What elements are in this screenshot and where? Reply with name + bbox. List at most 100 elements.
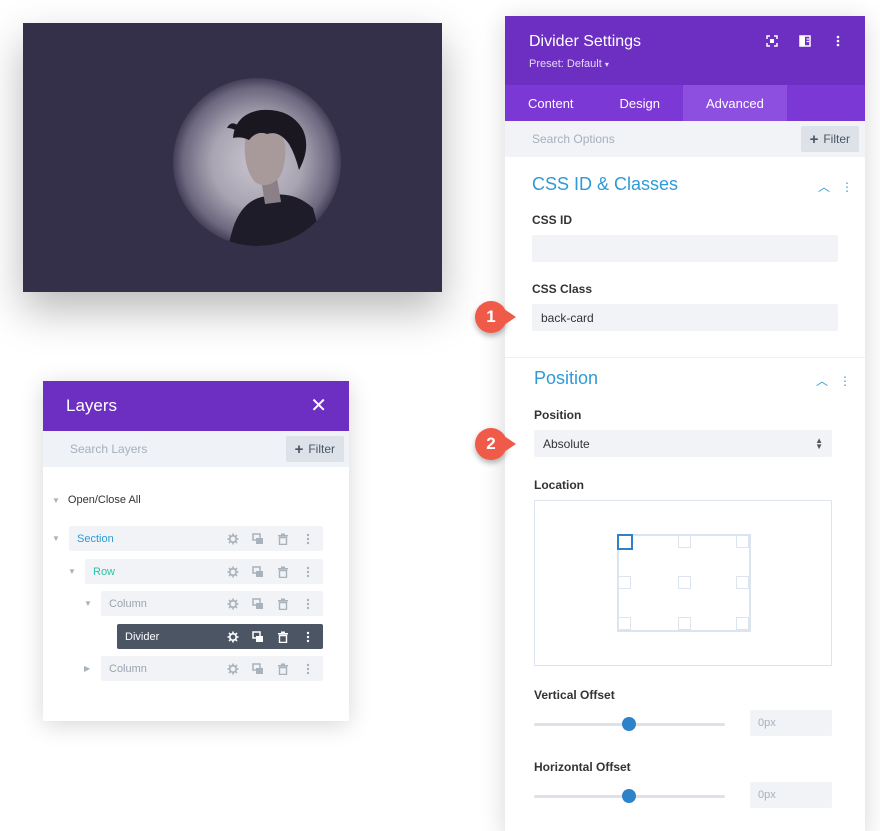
- duplicate-icon[interactable]: [251, 565, 265, 579]
- location-top-center[interactable]: [678, 535, 691, 548]
- settings-header: Divider Settings Preset: Default ▾: [505, 16, 865, 85]
- css-id-label: CSS ID: [532, 213, 573, 227]
- css-class-label: CSS Class: [532, 282, 593, 296]
- tab-advanced[interactable]: Advanced: [683, 85, 787, 121]
- layers-search-bar: Search Layers + Filter: [43, 431, 349, 467]
- duplicate-icon[interactable]: [251, 630, 265, 644]
- location-top-left[interactable]: [617, 534, 633, 550]
- caret-down-icon: ▾: [604, 60, 609, 69]
- more-icon[interactable]: [301, 662, 315, 676]
- settings-title: Divider Settings: [529, 33, 642, 50]
- position-label: Position: [534, 408, 582, 422]
- layer-tree: ▼ Open/Close All ▼ Section ▼ Row ▼ Colum…: [43, 467, 349, 681]
- duplicate-icon[interactable]: [251, 662, 265, 676]
- portrait-image: [173, 78, 341, 246]
- caret-down-icon[interactable]: ▼: [84, 599, 92, 608]
- duplicate-icon[interactable]: [251, 532, 265, 546]
- more-icon[interactable]: [301, 630, 315, 644]
- more-icon[interactable]: [301, 565, 315, 579]
- gear-icon[interactable]: [226, 565, 240, 579]
- tab-content[interactable]: Content: [505, 85, 597, 121]
- vertical-offset-slider[interactable]: [534, 717, 725, 731]
- vertical-offset-input[interactable]: 0px: [750, 710, 832, 736]
- layers-header: Layers ✕: [43, 381, 349, 431]
- filter-label: Filter: [308, 442, 335, 456]
- open-close-all[interactable]: ▼ Open/Close All: [52, 494, 141, 506]
- location-bottom-right[interactable]: [736, 617, 749, 630]
- columns-icon[interactable]: [798, 34, 812, 48]
- plus-icon: +: [294, 440, 304, 458]
- gear-icon[interactable]: [226, 662, 240, 676]
- trash-icon[interactable]: [276, 597, 290, 611]
- horizontal-offset-input[interactable]: 0px: [750, 782, 832, 808]
- trash-icon[interactable]: [276, 630, 290, 644]
- trash-icon[interactable]: [276, 532, 290, 546]
- horizontal-offset-label: Horizontal Offset: [534, 760, 631, 774]
- caret-down-icon: ▼: [52, 495, 60, 505]
- layer-item-divider[interactable]: Divider: [117, 624, 323, 649]
- layer-item-column[interactable]: Column: [101, 656, 323, 681]
- layer-label: Divider: [125, 630, 160, 643]
- css-section-title[interactable]: CSS ID & Classes: [532, 174, 678, 195]
- tab-design[interactable]: Design: [597, 85, 683, 121]
- step-marker-1: 1: [475, 301, 516, 333]
- layer-item-column[interactable]: Column: [101, 591, 323, 616]
- plus-icon: +: [809, 130, 819, 148]
- search-options-input[interactable]: Search Options: [532, 132, 615, 146]
- location-grid: [617, 534, 751, 632]
- location-center-right[interactable]: [736, 576, 749, 589]
- gear-icon[interactable]: [226, 597, 240, 611]
- duplicate-icon[interactable]: [251, 597, 265, 611]
- caret-down-icon[interactable]: ▼: [52, 534, 60, 543]
- preset-label: Preset: Default: [529, 58, 602, 70]
- open-close-all-label: Open/Close All: [67, 494, 141, 506]
- vertical-offset-label: Vertical Offset: [534, 688, 615, 702]
- location-bottom-left[interactable]: [618, 617, 631, 630]
- location-center[interactable]: [678, 576, 691, 589]
- settings-filter-button[interactable]: + Filter: [800, 126, 859, 152]
- layers-filter-button[interactable]: + Filter: [285, 436, 344, 462]
- location-center-left[interactable]: [618, 576, 631, 589]
- settings-tabs: Content Design Advanced: [505, 85, 865, 121]
- position-section-title[interactable]: Position: [534, 368, 598, 389]
- layers-panel: Layers ✕ Search Layers + Filter ▼ Open/C…: [43, 381, 349, 721]
- more-icon[interactable]: [301, 532, 315, 546]
- caret-right-icon[interactable]: ▶: [84, 664, 90, 673]
- step-marker-2: 2: [475, 428, 516, 460]
- filter-label: Filter: [823, 132, 850, 146]
- select-arrows-icon: ▲ ▼: [815, 435, 823, 451]
- settings-search-bar: Search Options + Filter: [505, 121, 865, 157]
- section-divider: [505, 357, 865, 358]
- preview-card: [23, 23, 442, 292]
- gear-icon[interactable]: [226, 630, 240, 644]
- layer-label: Column: [109, 597, 147, 610]
- location-label: Location: [534, 478, 584, 492]
- horizontal-offset-slider[interactable]: [534, 789, 725, 803]
- gear-icon[interactable]: [226, 532, 240, 546]
- location-bottom-center[interactable]: [678, 617, 691, 630]
- layer-label: Section: [77, 532, 114, 545]
- layers-title: Layers: [66, 396, 118, 415]
- chevron-up-icon[interactable]: ︿: [816, 372, 828, 389]
- more-icon[interactable]: [301, 597, 315, 611]
- position-value: Absolute: [543, 436, 590, 451]
- more-icon[interactable]: ⋮: [841, 180, 853, 194]
- slider-handle[interactable]: [622, 789, 636, 803]
- search-layers-input[interactable]: Search Layers: [70, 442, 147, 456]
- location-top-right[interactable]: [736, 535, 749, 548]
- position-select[interactable]: Absolute ▲ ▼: [534, 430, 832, 457]
- layer-item-section[interactable]: Section: [69, 526, 323, 551]
- css-class-field[interactable]: back-card: [532, 304, 838, 331]
- css-id-field[interactable]: [532, 235, 838, 262]
- chevron-up-icon[interactable]: ︿: [818, 178, 830, 195]
- caret-down-icon[interactable]: ▼: [68, 567, 76, 576]
- close-icon[interactable]: ✕: [310, 396, 327, 416]
- more-icon[interactable]: [831, 34, 845, 48]
- preset-dropdown[interactable]: Preset: Default ▾: [529, 58, 609, 70]
- more-icon[interactable]: ⋮: [839, 374, 851, 388]
- trash-icon[interactable]: [276, 565, 290, 579]
- slider-handle[interactable]: [622, 717, 636, 731]
- layer-item-row[interactable]: Row: [85, 559, 323, 584]
- trash-icon[interactable]: [276, 662, 290, 676]
- fullscreen-icon[interactable]: [765, 34, 779, 48]
